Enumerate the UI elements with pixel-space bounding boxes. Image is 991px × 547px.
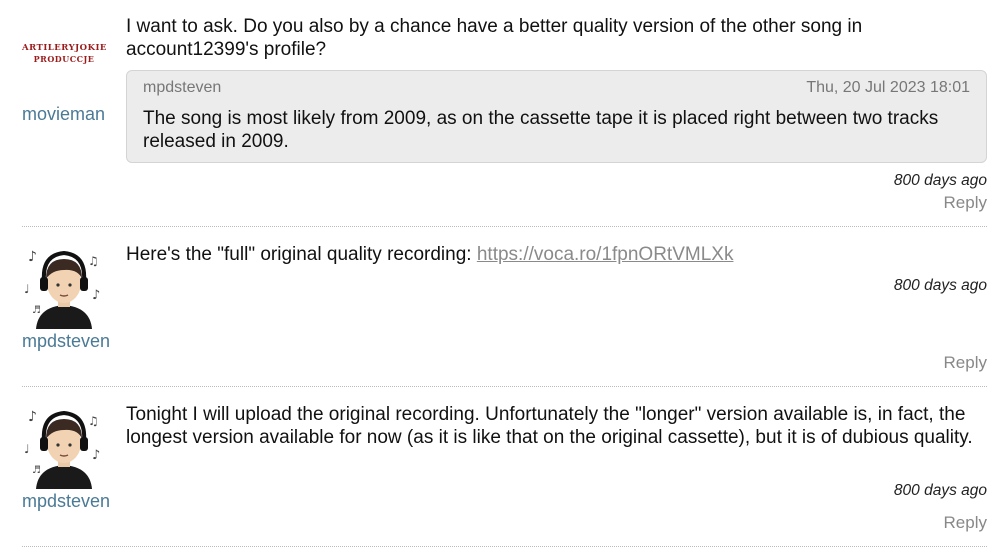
avatar-logo[interactable]: ARTILERYJOKIE PRODUCCJE (22, 44, 106, 66)
recording-link[interactable]: https://voca.ro/1fpnORtVMLXk (477, 244, 734, 265)
svg-text:♫: ♫ (88, 414, 99, 428)
logo-line-1: ARTILERYJOKIE (22, 43, 107, 53)
headphones-person-icon: ♪ ♫ ♩ ♪ ♬ (22, 403, 106, 489)
comment-timestamp: 800 days ago (893, 277, 987, 294)
svg-text:♩: ♩ (24, 282, 30, 296)
comment: ♪ ♫ ♩ ♪ ♬ mpdsteven Here's the "full" or… (0, 227, 991, 387)
svg-text:♬: ♬ (32, 305, 41, 316)
reply-button[interactable]: Reply (944, 513, 987, 533)
comment-timestamp: 800 days ago (893, 172, 987, 189)
avatar[interactable]: ♪ ♫ ♩ ♪ ♬ (22, 243, 112, 329)
logo-line-2: PRODUCCJE (33, 54, 95, 64)
svg-text:♪: ♪ (92, 448, 100, 463)
svg-text:♪: ♪ (28, 249, 37, 265)
reply-button[interactable]: Reply (944, 193, 987, 213)
quote-text: The song is most likely from 2009, as on… (143, 108, 939, 152)
quoted-reply: mpdsteven Thu, 20 Jul 2023 18:01 The son… (126, 70, 987, 163)
comment-text: Here's the "full" original quality recor… (126, 243, 987, 266)
comment: ♪ ♫ ♩ ♪ ♬ mpdsteven Tonight I will uploa… (0, 387, 991, 547)
quote-date: Thu, 20 Jul 2023 18:01 (806, 79, 970, 96)
svg-text:♬: ♬ (32, 465, 41, 476)
svg-text:♩: ♩ (24, 442, 30, 456)
comment-timestamp: 800 days ago (893, 482, 987, 499)
reply-button[interactable]: Reply (944, 353, 987, 373)
comment: ARTILERYJOKIE PRODUCCJE movieman I want … (0, 0, 991, 227)
comment-username[interactable]: mpdsteven (22, 331, 110, 352)
svg-text:♪: ♪ (92, 288, 100, 303)
comment-text-prefix: Here's the "full" original quality recor… (126, 244, 477, 265)
comment-username[interactable]: movieman (22, 104, 105, 125)
avatar[interactable]: ♪ ♫ ♩ ♪ ♬ (22, 403, 112, 489)
comment-text: Tonight I will upload the original recor… (126, 404, 973, 448)
headphones-person-icon: ♪ ♫ ♩ ♪ ♬ (22, 243, 106, 329)
svg-text:♪: ♪ (28, 409, 37, 425)
comment-text: I want to ask. Do you also by a chance h… (126, 16, 863, 60)
comment-username[interactable]: mpdsteven (22, 491, 110, 512)
svg-text:♫: ♫ (88, 254, 99, 268)
quote-username[interactable]: mpdsteven (143, 79, 221, 97)
